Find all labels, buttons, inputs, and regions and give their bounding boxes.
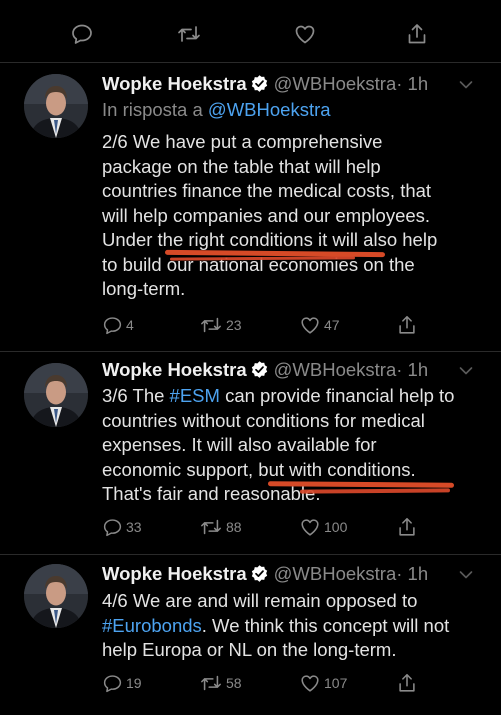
tweet-line: package on the table that will help xyxy=(102,155,381,177)
retweet-count: 88 xyxy=(226,519,242,535)
like-icon xyxy=(299,314,321,336)
display-name[interactable]: Wopke Hoekstra xyxy=(102,359,247,380)
user-handle[interactable]: @WBHoekstra xyxy=(274,73,397,94)
share-icon[interactable] xyxy=(404,22,430,46)
tweet-header: Wopke Hoekstra @WBHoekstra· 1h xyxy=(102,358,428,382)
tweet-line: Under the right conditions it will also … xyxy=(102,229,438,250)
like-icon xyxy=(299,672,321,694)
chevron-down-icon[interactable] xyxy=(459,570,473,580)
reply-count: 4 xyxy=(126,317,134,333)
timestamp[interactable]: · 1h xyxy=(396,73,428,94)
reply-button[interactable]: 33 xyxy=(102,515,142,539)
avatar[interactable] xyxy=(24,74,88,138)
reply-icon xyxy=(102,673,123,694)
tweet-line: long-term. xyxy=(102,278,186,299)
tweet-text-segment: 3/6 The xyxy=(102,385,170,406)
tweet-line: economic support, but with conditions. xyxy=(102,458,416,480)
reply-button[interactable]: 4 xyxy=(102,313,134,337)
share-button[interactable] xyxy=(396,313,418,337)
share-icon xyxy=(396,314,418,336)
retweet-icon xyxy=(199,516,223,538)
reply-prefix: In risposta a xyxy=(102,99,203,120)
like-icon xyxy=(299,516,321,538)
hashtag-link[interactable]: #Eurobonds xyxy=(102,615,202,636)
tweet-line: countries finance the medical costs, tha… xyxy=(102,180,432,201)
hashtag-link[interactable]: #ESM xyxy=(170,385,220,406)
retweet-icon xyxy=(199,672,223,694)
like-count: 100 xyxy=(324,519,348,535)
tweet-line: #Eurobonds. We think this concept will n… xyxy=(102,614,487,639)
user-handle[interactable]: @WBHoekstra xyxy=(274,359,397,380)
display-name[interactable]: Wopke Hoekstra xyxy=(102,73,247,94)
previous-tweet-actions xyxy=(0,0,501,63)
tweet-text-segment: . We think this concept will not xyxy=(201,614,450,636)
retweet-button[interactable]: 23 xyxy=(199,313,242,337)
reply-count: 33 xyxy=(126,519,142,535)
like-count: 47 xyxy=(324,317,340,333)
tweet-text-segment: can provide financial help to xyxy=(219,385,455,406)
share-button[interactable] xyxy=(396,671,418,695)
tweet-line: help Europa or NL on the long-term. xyxy=(102,639,397,660)
tweet-line: countries without conditions for medical xyxy=(102,409,425,431)
like-button[interactable]: 107 xyxy=(299,671,347,695)
reply-mention-link[interactable]: @WBHoekstra xyxy=(208,99,331,120)
reply-icon[interactable] xyxy=(69,22,95,46)
like-button[interactable]: 47 xyxy=(299,313,340,337)
verified-badge-icon xyxy=(250,564,269,583)
tweet[interactable]: Wopke Hoekstra @WBHoekstra· 1h 4/6 We are… xyxy=(0,554,501,715)
tweet[interactable]: Wopke Hoekstra @WBHoekstra· 1h In rispost… xyxy=(0,62,501,352)
tweet-actions: 19 58 107 xyxy=(102,671,422,695)
retweet-count: 58 xyxy=(226,675,242,691)
tweet-actions: 33 88 100 xyxy=(102,515,422,539)
tweet-actions: 4 23 47 xyxy=(102,313,422,337)
reply-context: In risposta a @WBHoekstra xyxy=(102,98,331,122)
tweet-line: 4/6 We are and will remain opposed to xyxy=(102,590,418,611)
avatar[interactable] xyxy=(24,363,88,427)
share-icon xyxy=(396,516,418,538)
tweet-text: 2/6 We have put a comprehensive package … xyxy=(102,130,487,302)
timestamp[interactable]: · 1h xyxy=(396,563,428,584)
tweet-header: Wopke Hoekstra @WBHoekstra· 1h xyxy=(102,562,428,586)
share-icon xyxy=(396,672,418,694)
chevron-down-icon[interactable] xyxy=(459,366,473,376)
tweet-line: expenses. It will also available for xyxy=(102,434,377,455)
reply-icon xyxy=(102,315,123,336)
tweet-line: 2/6 We have put a comprehensive xyxy=(102,131,383,152)
share-button[interactable] xyxy=(396,515,418,539)
tweet-line: will help companies and our employees. xyxy=(102,204,431,226)
retweet-button[interactable]: 88 xyxy=(199,515,242,539)
tweet-header: Wopke Hoekstra @WBHoekstra· 1h xyxy=(102,72,428,96)
retweet-icon[interactable] xyxy=(176,22,202,46)
retweet-button[interactable]: 58 xyxy=(199,671,242,695)
tweet[interactable]: Wopke Hoekstra @WBHoekstra· 1h 3/6 The #E… xyxy=(0,351,501,555)
tweet-line: 3/6 The #ESM can provide financial help … xyxy=(102,384,487,409)
tweet-text: 4/6 We are and will remain opposed to #E… xyxy=(102,589,487,663)
reply-icon xyxy=(102,517,123,538)
retweet-count: 23 xyxy=(226,317,242,333)
chevron-down-icon[interactable] xyxy=(459,80,473,90)
like-count: 107 xyxy=(324,675,348,691)
retweet-icon xyxy=(199,314,223,336)
reply-button[interactable]: 19 xyxy=(102,671,142,695)
avatar[interactable] xyxy=(24,564,88,628)
display-name[interactable]: Wopke Hoekstra xyxy=(102,563,247,584)
timestamp[interactable]: · 1h xyxy=(396,359,428,380)
verified-badge-icon xyxy=(250,74,269,93)
like-button[interactable]: 100 xyxy=(299,515,347,539)
like-icon[interactable] xyxy=(292,22,318,46)
user-handle[interactable]: @WBHoekstra xyxy=(274,563,397,584)
reply-count: 19 xyxy=(126,675,142,691)
verified-badge-icon xyxy=(250,360,269,379)
